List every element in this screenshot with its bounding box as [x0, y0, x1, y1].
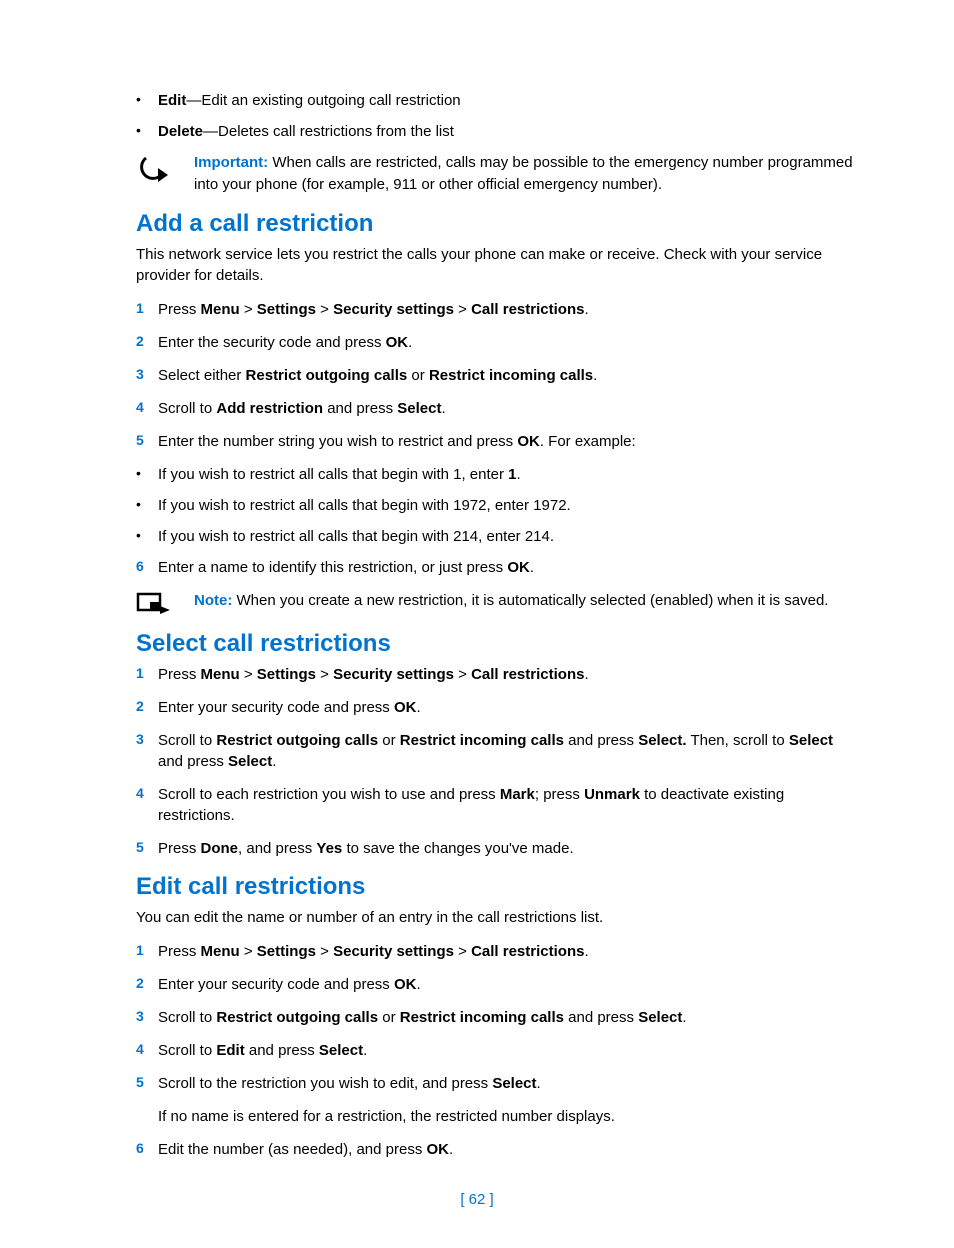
step-number: 6	[136, 557, 158, 578]
step-number: 5	[136, 431, 158, 452]
step-item: 5 Enter the number string you wish to re…	[136, 431, 854, 452]
step-text: Select either Restrict outgoing calls or…	[158, 365, 854, 386]
step-text: Press Menu > Settings > Security setting…	[158, 941, 854, 962]
note-icon	[136, 590, 194, 616]
heading-edit-restrictions: Edit call restrictions	[136, 873, 854, 901]
step-item: 2 Enter your security code and press OK.	[136, 697, 854, 718]
step-item: 5 Press Done, and press Yes to save the …	[136, 838, 854, 859]
list-item: • If you wish to restrict all calls that…	[136, 526, 854, 547]
step-number: 5	[136, 1073, 158, 1094]
step-item: 1 Press Menu > Settings > Security setti…	[136, 664, 854, 685]
step-text: Press Menu > Settings > Security setting…	[158, 664, 854, 685]
step-number: 3	[136, 730, 158, 772]
important-text: Important: When calls are restricted, ca…	[194, 152, 854, 196]
section-intro: This network service lets you restrict t…	[136, 244, 854, 288]
step-number: 1	[136, 299, 158, 320]
step-text: Press Menu > Settings > Security setting…	[158, 299, 854, 320]
step-item: 3 Select either Restrict outgoing calls …	[136, 365, 854, 386]
heading-add-restriction: Add a call restriction	[136, 210, 854, 238]
note-callout: Note: When you create a new restriction,…	[136, 590, 854, 616]
bullet-icon: •	[136, 121, 158, 142]
bullet-text: Edit—Edit an existing outgoing call rest…	[158, 90, 854, 111]
important-icon	[136, 152, 194, 196]
page-number: [ 62 ]	[0, 1191, 954, 1208]
step-text: Enter the number string you wish to rest…	[158, 431, 854, 452]
bullet-icon: •	[136, 495, 158, 516]
step-text: Scroll to each restriction you wish to u…	[158, 784, 854, 826]
step-number: 3	[136, 1007, 158, 1028]
document-page: • Edit—Edit an existing outgoing call re…	[0, 0, 954, 1248]
step-number: 5	[136, 838, 158, 859]
step-item: 1 Press Menu > Settings > Security setti…	[136, 941, 854, 962]
step-text: Enter the security code and press OK.	[158, 332, 854, 353]
bullet-icon: •	[136, 90, 158, 111]
bullet-icon: •	[136, 464, 158, 485]
bullet-text: If you wish to restrict all calls that b…	[158, 464, 854, 485]
list-item: • Edit—Edit an existing outgoing call re…	[136, 90, 854, 111]
step-text: Scroll to the restriction you wish to ed…	[158, 1073, 854, 1094]
step-number: 1	[136, 941, 158, 962]
step-item: 3 Scroll to Restrict outgoing calls or R…	[136, 730, 854, 772]
step-item: 4 Scroll to each restriction you wish to…	[136, 784, 854, 826]
step-item: 4 Scroll to Edit and press Select.	[136, 1040, 854, 1061]
step-text: Scroll to Restrict outgoing calls or Res…	[158, 730, 854, 772]
heading-select-restrictions: Select call restrictions	[136, 630, 854, 658]
step-sub-note: If no name is entered for a restriction,…	[158, 1106, 854, 1127]
step-item: 2 Enter your security code and press OK.	[136, 974, 854, 995]
step-number: 4	[136, 398, 158, 419]
step-text: Enter your security code and press OK.	[158, 697, 854, 718]
step-number: 2	[136, 332, 158, 353]
bullet-text: If you wish to restrict all calls that b…	[158, 526, 854, 547]
step-number: 2	[136, 697, 158, 718]
step-text: Scroll to Restrict outgoing calls or Res…	[158, 1007, 854, 1028]
step-text: Enter your security code and press OK.	[158, 974, 854, 995]
list-item: • If you wish to restrict all calls that…	[136, 464, 854, 485]
note-text: Note: When you create a new restriction,…	[194, 590, 854, 616]
list-item: • If you wish to restrict all calls that…	[136, 495, 854, 516]
step-number: 6	[136, 1139, 158, 1160]
bullet-text: Delete—Deletes call restrictions from th…	[158, 121, 854, 142]
step-item: 5 Scroll to the restriction you wish to …	[136, 1073, 854, 1094]
step-item: 6 Enter a name to identify this restrict…	[136, 557, 854, 578]
important-callout: Important: When calls are restricted, ca…	[136, 152, 854, 196]
step-number: 4	[136, 784, 158, 826]
step-item: 3 Scroll to Restrict outgoing calls or R…	[136, 1007, 854, 1028]
step-text: Scroll to Edit and press Select.	[158, 1040, 854, 1061]
step-number: 2	[136, 974, 158, 995]
step-text: Edit the number (as needed), and press O…	[158, 1139, 854, 1160]
step-item: 2 Enter the security code and press OK.	[136, 332, 854, 353]
step-item: 6 Edit the number (as needed), and press…	[136, 1139, 854, 1160]
step-item: 1 Press Menu > Settings > Security setti…	[136, 299, 854, 320]
bullet-icon: •	[136, 526, 158, 547]
step-text: Enter a name to identify this restrictio…	[158, 557, 854, 578]
step-text: Scroll to Add restriction and press Sele…	[158, 398, 854, 419]
list-item: • Delete—Deletes call restrictions from …	[136, 121, 854, 142]
bullet-text: If you wish to restrict all calls that b…	[158, 495, 854, 516]
step-number: 4	[136, 1040, 158, 1061]
step-item: 4 Scroll to Add restriction and press Se…	[136, 398, 854, 419]
step-text: Press Done, and press Yes to save the ch…	[158, 838, 854, 859]
section-intro: You can edit the name or number of an en…	[136, 907, 854, 929]
step-number: 1	[136, 664, 158, 685]
step-number: 3	[136, 365, 158, 386]
top-bullet-list: • Edit—Edit an existing outgoing call re…	[136, 90, 854, 142]
